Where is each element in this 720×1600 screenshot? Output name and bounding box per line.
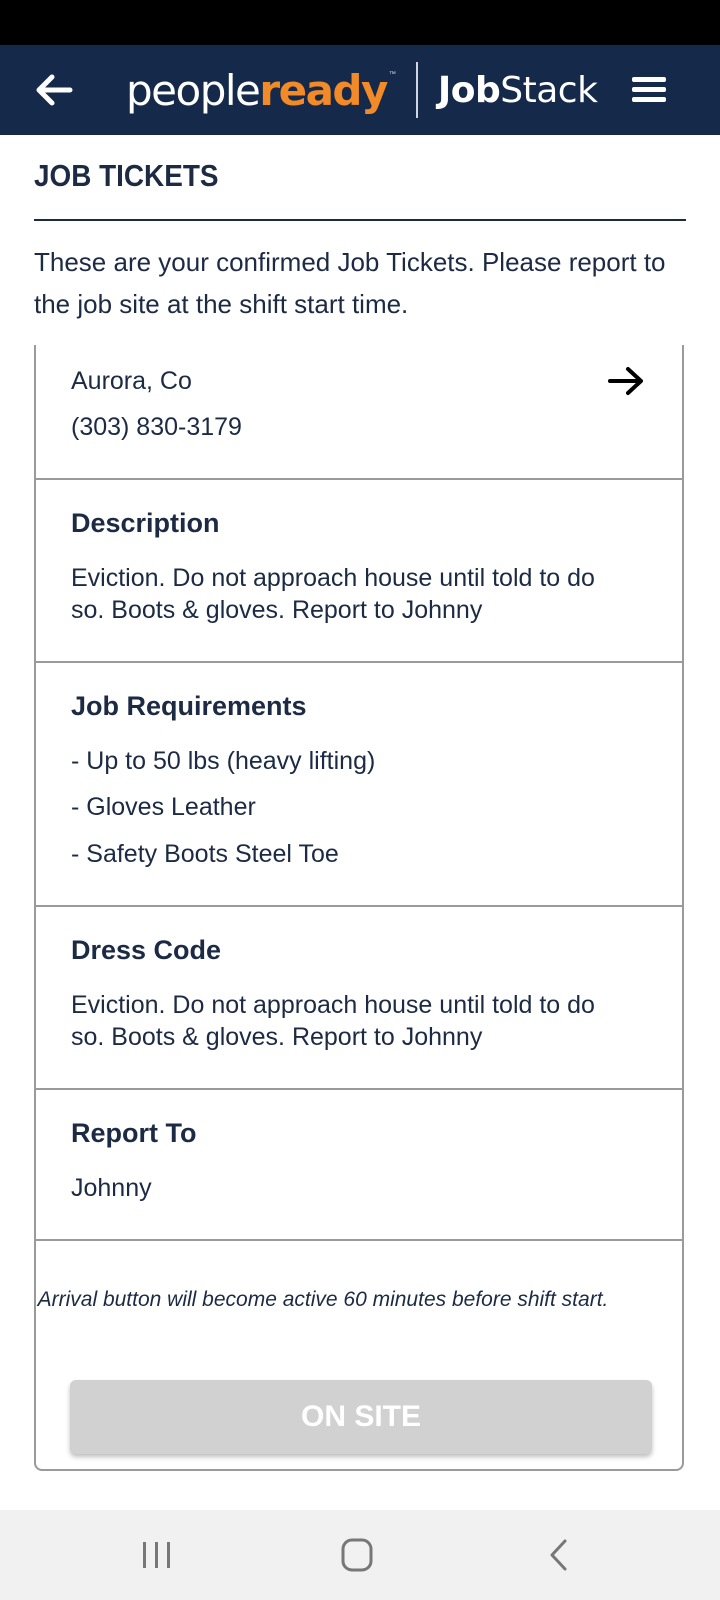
dress-code-text: Eviction. Do not approach house until to… — [71, 991, 595, 1051]
location-section: Aurora, Co (303) 830-3179 — [36, 345, 682, 480]
location-phone[interactable]: (303) 830-3179 — [71, 411, 631, 443]
home-icon — [341, 1538, 373, 1572]
logo-trademark: ™ — [388, 71, 396, 78]
job-requirements-title: Job Requirements — [71, 691, 307, 721]
menu-button[interactable] — [628, 71, 674, 109]
report-to-title: Report To — [71, 1118, 197, 1148]
back-button[interactable] — [30, 67, 80, 113]
title-divider — [34, 219, 686, 221]
description-title: Description — [71, 508, 220, 538]
logo-ready-text: ready — [259, 65, 388, 115]
home-button[interactable] — [333, 1532, 383, 1578]
requirement-item: - Gloves Leather — [71, 793, 256, 821]
dress-code-title: Dress Code — [71, 935, 222, 965]
logo-stack-text: Stack — [500, 69, 598, 111]
recents-button[interactable] — [132, 1532, 182, 1578]
peopleready-jobstack-logo: people ready ™ Job Stack — [126, 57, 598, 123]
logo-divider — [415, 62, 418, 118]
report-to-section: Report To Johnny — [36, 1088, 682, 1241]
page-title: JOB TICKETS — [34, 158, 219, 193]
requirement-item: - Up to 50 lbs (heavy lifting) — [71, 747, 376, 775]
dress-code-section: Dress Code Eviction. Do not approach hou… — [36, 905, 682, 1090]
directions-button[interactable] — [606, 363, 646, 399]
back-chevron-icon — [550, 1539, 567, 1571]
system-nav-bar — [0, 1510, 720, 1600]
job-requirements-section: Job Requirements - Up to 50 lbs (heavy l… — [36, 661, 682, 907]
intro-text: These are your confirmed Job Tickets. Pl… — [34, 247, 666, 319]
arrival-note: Arrival button will become active 60 min… — [37, 1288, 609, 1311]
logo-people-text: people — [126, 65, 261, 115]
recents-icon — [143, 1542, 170, 1568]
description-text: Eviction. Do not approach house until to… — [71, 564, 595, 624]
hamburger-menu-icon — [632, 77, 666, 102]
status-bar — [0, 0, 720, 45]
requirement-item: - Safety Boots Steel Toe — [71, 840, 339, 868]
report-to-name: Johnny — [71, 1174, 152, 1202]
logo-job-text: Job — [437, 69, 501, 111]
system-back-button[interactable] — [535, 1532, 585, 1578]
on-site-button[interactable]: ON SITE — [70, 1380, 652, 1454]
location-city: Aurora, Co — [71, 367, 192, 395]
description-section: Description Eviction. Do not approach ho… — [36, 478, 682, 663]
arrow-left-icon — [36, 74, 73, 106]
app-header: people ready ™ Job Stack — [0, 45, 720, 135]
arrow-right-icon — [608, 367, 643, 395]
